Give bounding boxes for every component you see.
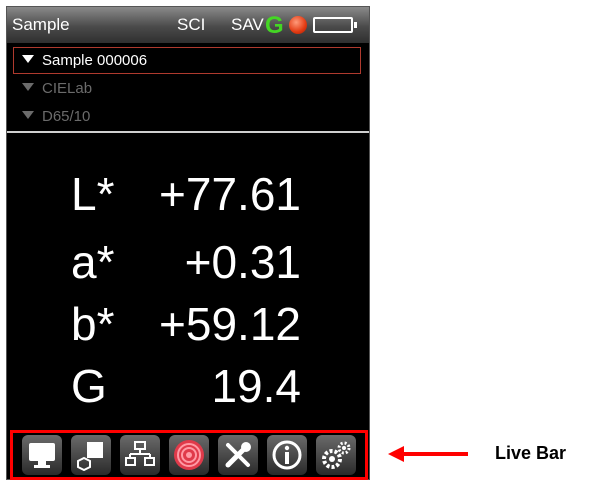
divider: [7, 131, 369, 133]
live-bar: [10, 430, 368, 480]
target-icon: [173, 440, 204, 470]
device-screen: Sample SCI SAV G Sample 000006 CIELab D6…: [6, 6, 370, 480]
battery-icon: [313, 17, 357, 33]
reading-value: +59.12: [159, 298, 301, 350]
reading-label: b*: [71, 298, 115, 350]
reading-value: +0.31: [184, 236, 301, 288]
triangle-down-icon: [22, 111, 34, 119]
left-arrow-icon: [388, 446, 468, 462]
aperture-indicator: SAV: [231, 15, 264, 34]
illuminant-selector[interactable]: D65/10: [13, 103, 361, 130]
gloss-g-icon: G: [265, 12, 284, 39]
measure-target-button[interactable]: [168, 435, 209, 475]
reading-value: +77.61: [159, 168, 301, 220]
status-bar: Sample SCI SAV G: [7, 7, 369, 43]
live-bar-label: Live Bar: [495, 443, 567, 463]
shapes-icon: [76, 442, 103, 471]
triangle-down-icon: [22, 55, 34, 63]
reading-row-l: L* +77.61: [7, 167, 369, 227]
reading-row-a: a* +0.31: [7, 235, 369, 295]
sample-selector-label: Sample 000006: [42, 52, 148, 69]
hierarchy-button[interactable]: [119, 435, 160, 475]
measurement-mode: SCI: [177, 15, 206, 34]
color-space-selector[interactable]: CIELab: [13, 75, 361, 102]
reading-label: L*: [71, 168, 115, 220]
reading-label: a*: [71, 236, 115, 288]
reading-value: 19.4: [211, 360, 301, 412]
sample-selector[interactable]: Sample 000006: [13, 47, 361, 74]
reading-label: G: [71, 360, 107, 412]
info-button[interactable]: [267, 435, 308, 475]
settings-button[interactable]: [316, 435, 357, 475]
record-icon: [289, 16, 307, 34]
screen-title: Sample: [12, 15, 70, 34]
shapes-button[interactable]: [70, 435, 111, 475]
illuminant-label: D65/10: [42, 108, 91, 125]
info-icon: [272, 440, 302, 470]
reading-row-b: b* +59.12: [7, 297, 369, 357]
color-space-label: CIELab: [42, 80, 93, 97]
tools-button[interactable]: [218, 435, 259, 475]
hierarchy-icon: [124, 441, 155, 466]
monitor-icon: [28, 443, 55, 468]
reading-row-g: G 19.4: [7, 359, 369, 419]
tools-icon: [225, 442, 252, 468]
triangle-down-icon: [22, 83, 34, 91]
settings-gears-icon: [322, 441, 351, 469]
monitor-button[interactable]: [21, 435, 62, 475]
